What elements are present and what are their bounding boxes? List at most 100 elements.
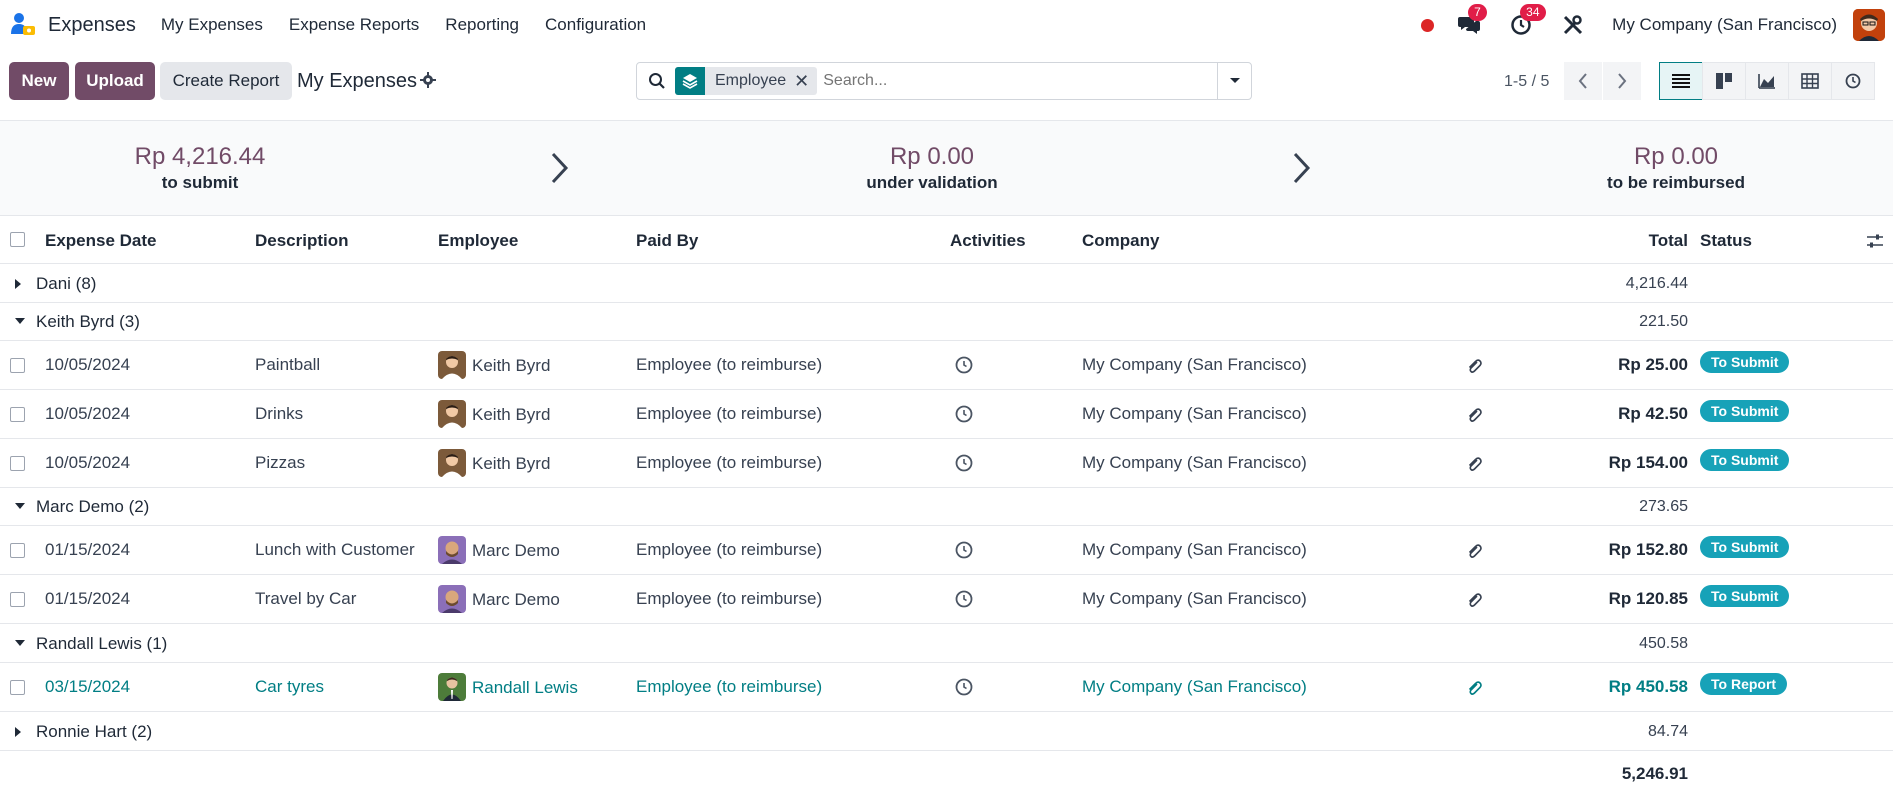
menu-configuration[interactable]: Configuration — [545, 15, 646, 35]
column-activities[interactable]: Activities — [950, 231, 1026, 251]
paid-by: Employee (to reimburse) — [636, 677, 823, 696]
search-input[interactable] — [823, 72, 1214, 90]
graph-view-button[interactable] — [1745, 62, 1789, 100]
employee-name: Keith Byrd — [472, 454, 551, 473]
company: My Company (San Francisco) — [1082, 453, 1307, 472]
clock-icon[interactable] — [955, 356, 973, 374]
table-row[interactable]: 10/05/2024 Paintball Keith Byrd Employee… — [0, 341, 1893, 390]
row-checkbox[interactable] — [10, 592, 25, 607]
debug-tools-button[interactable] — [1560, 12, 1586, 38]
summary-to-be-reimbursed[interactable]: Rp 0.00 to be reimbursed — [1576, 143, 1776, 193]
gear-icon[interactable] — [420, 72, 436, 88]
group-total: 4,216.44 — [1625, 275, 1688, 292]
company: My Company (San Francisco) — [1082, 355, 1307, 374]
column-paid-by[interactable]: Paid By — [636, 231, 698, 251]
paperclip-icon[interactable] — [1466, 455, 1482, 473]
activities-badge: 34 — [1520, 4, 1546, 21]
kanban-view-button[interactable] — [1702, 62, 1746, 100]
clock-icon — [1845, 73, 1861, 89]
group-row-randall-lewis[interactable]: Randall Lewis (1) 450.58 — [0, 624, 1893, 663]
summary-to-submit[interactable]: Rp 4,216.44 to submit — [100, 143, 300, 193]
employee-avatar — [438, 673, 466, 701]
recording-indicator[interactable] — [1421, 18, 1435, 32]
group-total: 450.58 — [1639, 635, 1688, 652]
column-description[interactable]: Description — [255, 231, 349, 251]
table-row[interactable]: 10/05/2024 Drinks Keith Byrd Employee (t… — [0, 390, 1893, 439]
group-total: 221.50 — [1639, 313, 1688, 330]
paperclip-icon[interactable] — [1466, 357, 1482, 375]
grand-total: 5,246.91 — [1621, 764, 1688, 783]
list-icon — [1672, 74, 1690, 88]
upload-button[interactable]: Upload — [75, 62, 155, 100]
employee-name: Marc Demo — [472, 541, 560, 560]
activity-view-button[interactable] — [1831, 62, 1875, 100]
pager-previous[interactable] — [1564, 62, 1602, 100]
total-amount: Rp 42.50 — [1618, 404, 1688, 423]
search-icon — [649, 73, 665, 89]
column-status[interactable]: Status — [1700, 231, 1752, 251]
clock-icon[interactable] — [955, 678, 973, 696]
employee-name: Keith Byrd — [472, 405, 551, 424]
status-badge: To Submit — [1700, 351, 1790, 373]
table-row[interactable]: 03/15/2024 Car tyres Randall Lewis Emplo… — [0, 663, 1893, 712]
view-switcher — [1659, 62, 1875, 100]
employee-name[interactable]: Randall Lewis — [472, 678, 578, 698]
activities-button[interactable]: 34 — [1508, 4, 1546, 38]
clock-icon[interactable] — [955, 454, 973, 472]
pager-value[interactable]: 1-5 / 5 — [1504, 73, 1549, 91]
employee-groupby-facet: Employee ✕ — [675, 67, 818, 95]
caret-down-icon — [15, 503, 25, 509]
search-options-toggle[interactable] — [1217, 63, 1251, 99]
facet-remove-icon[interactable]: ✕ — [794, 71, 817, 92]
clock-icon[interactable] — [955, 590, 973, 608]
optional-columns-icon[interactable] — [1866, 233, 1884, 249]
paperclip-icon[interactable] — [1466, 542, 1482, 560]
menu-reporting[interactable]: Reporting — [445, 15, 519, 35]
select-all-checkbox[interactable] — [10, 232, 25, 247]
create-report-button[interactable]: Create Report — [160, 62, 292, 100]
menu-my-expenses[interactable]: My Expenses — [161, 15, 263, 35]
group-label: Marc Demo (2) — [36, 497, 150, 516]
paperclip-icon[interactable] — [1466, 406, 1482, 424]
group-row-dani[interactable]: Dani (8) 4,216.44 — [0, 264, 1893, 303]
user-avatar[interactable] — [1853, 9, 1885, 41]
paperclip-icon[interactable] — [1466, 591, 1482, 609]
column-expense-date[interactable]: Expense Date — [45, 231, 157, 251]
group-row-ronnie-hart[interactable]: Ronnie Hart (2) 84.74 — [0, 712, 1893, 751]
row-checkbox[interactable] — [10, 543, 25, 558]
summary-under-validation[interactable]: Rp 0.00 under validation — [832, 143, 1032, 193]
paperclip-icon[interactable] — [1466, 679, 1482, 697]
group-row-marc-demo[interactable]: Marc Demo (2) 273.65 — [0, 488, 1893, 526]
company[interactable]: My Company (San Francisco) — [1082, 677, 1307, 697]
group-row-keith-byrd[interactable]: Keith Byrd (3) 221.50 — [0, 303, 1893, 341]
row-checkbox[interactable] — [10, 358, 25, 373]
messages-button[interactable]: 7 — [1456, 4, 1487, 38]
column-total[interactable]: Total — [1649, 231, 1688, 251]
clock-icon[interactable] — [955, 405, 973, 423]
new-button[interactable]: New — [9, 62, 69, 100]
row-checkbox[interactable] — [10, 407, 25, 422]
column-company[interactable]: Company — [1082, 231, 1159, 251]
pager-next[interactable] — [1603, 62, 1641, 100]
expenses-app-icon[interactable] — [8, 10, 38, 40]
group-label: Randall Lewis (1) — [36, 634, 168, 653]
top-navbar: Expenses My Expenses Expense Reports Rep… — [0, 0, 1893, 50]
caret-right-icon — [15, 279, 21, 289]
menu-expense-reports[interactable]: Expense Reports — [289, 15, 419, 35]
column-employee[interactable]: Employee — [438, 231, 518, 251]
total-amount: Rp 450.58 — [1608, 677, 1688, 696]
table-row[interactable]: 01/15/2024 Travel by Car Marc Demo Emplo… — [0, 575, 1893, 624]
list-view-button[interactable] — [1659, 62, 1703, 100]
app-name[interactable]: Expenses — [48, 14, 136, 37]
employee-avatar — [438, 351, 466, 379]
pivot-view-button[interactable] — [1788, 62, 1832, 100]
table-row[interactable]: 01/15/2024 Lunch with Customer Marc Demo… — [0, 526, 1893, 575]
company-switcher[interactable]: My Company (San Francisco) — [1612, 15, 1837, 35]
table-row[interactable]: 10/05/2024 Pizzas Keith Byrd Employee (t… — [0, 439, 1893, 488]
clock-icon[interactable] — [955, 541, 973, 559]
paid-by: Employee (to reimburse) — [636, 453, 823, 472]
expense-date: 01/15/2024 — [45, 540, 131, 559]
total-amount: Rp 152.80 — [1608, 540, 1688, 559]
row-checkbox[interactable] — [10, 680, 25, 695]
row-checkbox[interactable] — [10, 456, 25, 471]
